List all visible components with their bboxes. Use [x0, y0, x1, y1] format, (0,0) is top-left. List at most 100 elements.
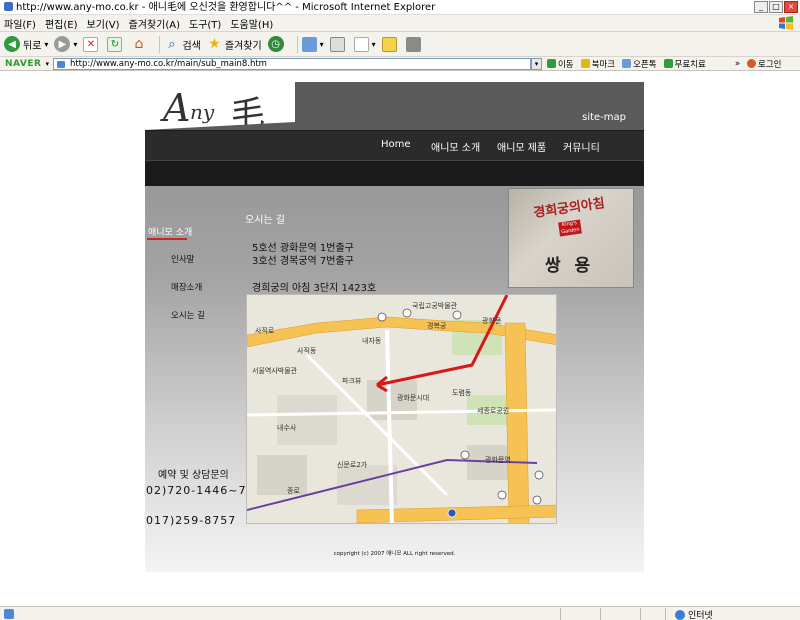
menu-favorites[interactable]: 즐겨찾기(A): [129, 16, 180, 31]
folder-icon: [381, 36, 397, 52]
favorites-button[interactable]: ★ 즐겨찾기: [207, 36, 262, 52]
sidebar-title-underline: [147, 238, 187, 240]
discuss-button[interactable]: [381, 36, 400, 52]
map-label-sejong: 세종로공원: [477, 406, 509, 415]
nav-products[interactable]: 애니모 제품: [497, 139, 546, 154]
map-label-gyeongbokgung: 경복궁: [427, 321, 447, 330]
toolbar: ◀ 뒤로 ▾ ▶ ▾ ✕ ↻ ⌂ ⌕ 검색 ★ 즐겨찾기 ◷ ▾ ▾: [0, 32, 800, 57]
phone-number-2: 017)259-8757: [146, 514, 237, 527]
sidebar-item-greeting[interactable]: 인사말: [171, 253, 194, 265]
logo-letters-ny: ny: [190, 100, 215, 124]
naver-toolbar-logo[interactable]: NAVER: [5, 59, 41, 69]
sidebar-item-store[interactable]: 매장소개: [171, 281, 202, 293]
stop-icon: ✕: [83, 36, 99, 52]
close-button[interactable]: ×: [784, 1, 798, 13]
nav-about[interactable]: 애니모 소개: [431, 139, 480, 154]
favorites-label: 즐겨찾기: [224, 40, 262, 52]
menu-help[interactable]: 도움말(H): [230, 16, 273, 31]
main-nav: Home 애니모 소개 애니모 제품 커뮤니티: [145, 130, 644, 160]
status-divider-4: [665, 608, 666, 620]
go-label: 이동: [557, 59, 574, 70]
building-photo: 경희궁의아침 King's Garden 쌍 용: [508, 188, 634, 288]
stop-button[interactable]: ✕: [83, 36, 101, 52]
map-label-gwanghwa-era: 광화문시대: [397, 394, 429, 402]
map-label-sinmunro: 신문로2가: [337, 460, 368, 469]
plus-icon: [663, 58, 673, 68]
forward-button[interactable]: ▶ ▾: [54, 36, 77, 52]
site-logo[interactable]: A ny 毛: [145, 82, 295, 134]
menu-view[interactable]: 보기(V): [87, 16, 120, 31]
map-label-seoul-history: 서울역사박물관: [252, 366, 298, 375]
bookmark-label: 북마크: [591, 59, 616, 70]
map-label-gwanghwamun: 광화문: [482, 317, 502, 325]
menu-file[interactable]: 파일(F): [4, 16, 36, 31]
contact-title: 예약 및 상담문의: [158, 470, 229, 481]
bookmark-button[interactable]: 북마크: [580, 58, 616, 70]
toolbar-separator-2: [296, 35, 298, 53]
status-divider-1: [560, 608, 561, 620]
opentalk-button[interactable]: 오픈톡: [622, 58, 657, 70]
map-label-parkview: 파크뷰: [342, 376, 362, 385]
menu-bar: 파일(F) 편집(E) 보기(V) 즐겨찾기(A) 도구(T) 도움말(H): [0, 15, 800, 32]
home-button[interactable]: ⌂: [131, 36, 149, 52]
go-button[interactable]: 이동: [546, 58, 574, 70]
status-bar: 인터넷: [0, 606, 800, 620]
search-button[interactable]: ⌕ 검색: [164, 36, 201, 52]
map-svg: 경복궁 광화문 사직로 내자동 사직동 신문로2가 종로 세종로공원 도렴동 내…: [247, 295, 556, 523]
url-input[interactable]: http://www.any-mo.co.kr/main/sub_main8.h…: [52, 57, 531, 70]
messenger-button[interactable]: [405, 36, 424, 52]
menu-edit[interactable]: 편집(E): [45, 16, 78, 31]
sidebar-item-directions[interactable]: 오시는 길: [171, 309, 205, 321]
nav-community[interactable]: 커뮤니티: [563, 139, 600, 154]
refresh-button[interactable]: ↻: [107, 36, 125, 52]
sitemap-link[interactable]: site-map: [582, 112, 626, 123]
map-label-naejadong: 내자동: [362, 336, 382, 345]
sidebar-title[interactable]: 애니모 소개: [148, 225, 192, 238]
map-label-sajikro: 사직로: [255, 326, 275, 335]
window-controls: _ □ ×: [754, 1, 798, 13]
map-label-sajikdong: 사직동: [297, 346, 317, 355]
mail-dropdown-icon: ▾: [319, 39, 324, 49]
mail-button[interactable]: ▾: [301, 36, 324, 52]
window-title: http://www.any-mo.co.kr - 애니毛에 오신것을 환영합니…: [16, 2, 436, 13]
printer-icon: [329, 36, 345, 52]
status-divider-3: [640, 608, 641, 620]
back-dropdown-icon: ▾: [44, 39, 49, 49]
bookmark-star-icon: [580, 58, 590, 68]
map-label-naesusa: 내수사: [277, 423, 297, 432]
photo-sign-text: 경희궁의아침: [532, 196, 606, 221]
site-header: A ny 毛 site-map: [145, 82, 644, 134]
back-button[interactable]: ◀ 뒤로 ▾: [4, 36, 48, 52]
security-zone: 인터넷: [675, 608, 713, 620]
back-arrow-icon: ◀: [4, 36, 20, 52]
more-links-button[interactable]: »: [735, 59, 740, 69]
map-label-museum: 국립고궁박물관: [412, 301, 458, 310]
map-label-station: 광화문역: [485, 455, 511, 464]
nav-home[interactable]: Home: [381, 139, 411, 150]
internet-globe-icon: [675, 609, 685, 620]
ie-icon: [4, 2, 13, 11]
free-button[interactable]: 무료치료: [663, 58, 706, 70]
menu-tools[interactable]: 도구(T): [189, 16, 221, 31]
naver-dropdown-icon[interactable]: ▾: [45, 60, 49, 68]
history-button[interactable]: ◷: [267, 36, 287, 52]
direction-line-3: 경희궁의 아침 3단지 1423호: [252, 283, 377, 294]
search-label: 검색: [182, 40, 201, 52]
print-button[interactable]: [329, 36, 348, 52]
windows-logo-icon: [779, 16, 793, 30]
free-label: 무료치료: [674, 59, 706, 70]
minimize-button[interactable]: _: [754, 1, 768, 13]
login-icon: [747, 58, 757, 68]
go-arrow-icon: [546, 58, 556, 68]
phone-number-1: 02)720-1446~7: [146, 484, 247, 497]
forward-arrow-icon: ▶: [54, 36, 71, 52]
zone-label: 인터넷: [688, 611, 713, 620]
history-icon: ◷: [267, 36, 284, 52]
maximize-button[interactable]: □: [769, 1, 783, 13]
address-links: 이동 북마크 오픈톡 무료치료 » 로그인: [546, 58, 781, 70]
edit-page-icon: [353, 36, 369, 52]
edit-button[interactable]: ▾: [353, 36, 376, 52]
search-icon: ⌕: [168, 36, 176, 52]
url-dropdown-icon[interactable]: ▾: [530, 57, 542, 70]
login-button[interactable]: 로그인: [747, 58, 781, 70]
